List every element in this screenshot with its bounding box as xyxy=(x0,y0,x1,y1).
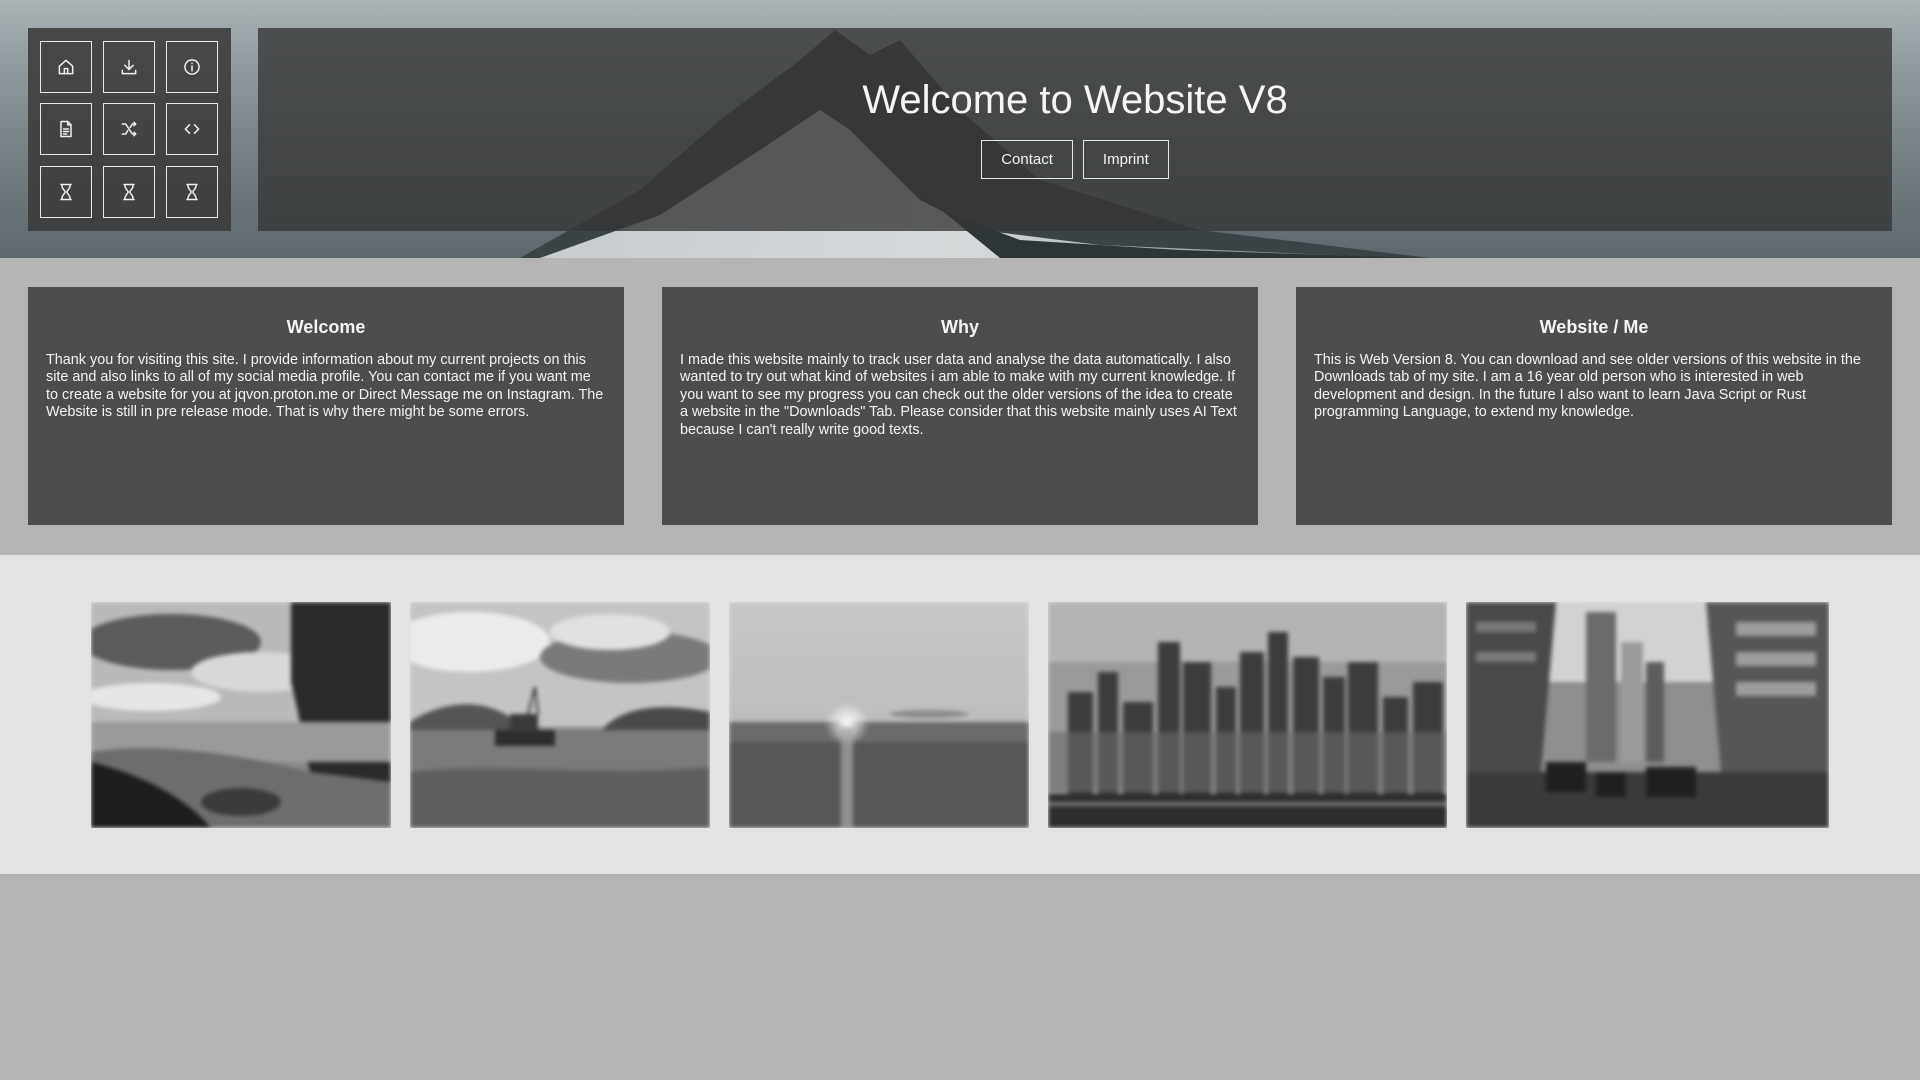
code-icon xyxy=(184,124,200,134)
info-icon xyxy=(184,59,200,75)
hourglass-button-3[interactable] xyxy=(166,166,218,218)
footer-space xyxy=(0,874,1920,1080)
download-icon xyxy=(121,59,137,75)
shuffle-icon xyxy=(121,121,137,137)
sunset-image xyxy=(729,602,1029,828)
gallery-photo-sunset[interactable] xyxy=(729,602,1029,828)
document-icon xyxy=(60,120,72,138)
hourglass-button-2[interactable] xyxy=(103,166,155,218)
card-text: This is Web Version 8. You can download … xyxy=(1314,352,1861,421)
hourglass-icon xyxy=(123,183,135,201)
hourglass-icon xyxy=(60,183,72,201)
card-title: Welcome xyxy=(286,317,366,337)
info-button[interactable] xyxy=(166,41,218,93)
hourglass-button-1[interactable] xyxy=(40,166,92,218)
card-text: Thank you for visiting this site. I prov… xyxy=(46,352,604,421)
contact-button[interactable]: Contact xyxy=(981,140,1073,179)
welcome-card: Welcome Thank you for visiting this site… xyxy=(28,287,624,525)
boat-image xyxy=(410,602,710,828)
gallery-photo-street[interactable] xyxy=(1466,602,1829,828)
why-card: Why I made this website mainly to track … xyxy=(662,287,1258,525)
gallery-photo-skyline[interactable] xyxy=(1048,602,1447,828)
gallery-photo-boat[interactable] xyxy=(410,602,710,828)
header-panel: Welcome to Website V8 Contact Imprint xyxy=(258,28,1892,231)
gallery-photo-beach[interactable] xyxy=(91,602,391,828)
card-title: Website / Me xyxy=(1539,317,1649,337)
imprint-button[interactable]: Imprint xyxy=(1082,140,1169,179)
info-section: Welcome Thank you for visiting this site… xyxy=(0,258,1920,555)
code-button[interactable] xyxy=(166,103,218,155)
skyline-image xyxy=(1048,602,1447,828)
website-me-card: Website / Me This is Web Version 8. You … xyxy=(1296,287,1892,525)
header-links: Contact Imprint xyxy=(258,140,1892,179)
street-image xyxy=(1466,602,1829,828)
nav-panel xyxy=(28,28,231,231)
document-button[interactable] xyxy=(40,103,92,155)
home-button[interactable] xyxy=(40,41,92,93)
hero-banner: Welcome to Website V8 Contact Imprint xyxy=(0,0,1920,258)
page-title: Welcome to Website V8 xyxy=(862,78,1288,122)
beach-image xyxy=(91,602,391,828)
downloads-button[interactable] xyxy=(103,41,155,93)
shuffle-button[interactable] xyxy=(103,103,155,155)
hourglass-icon xyxy=(186,183,198,201)
home-icon xyxy=(58,59,74,75)
photo-gallery xyxy=(0,555,1920,874)
card-title: Why xyxy=(941,317,979,337)
card-text: I made this website mainly to track user… xyxy=(680,352,1237,438)
